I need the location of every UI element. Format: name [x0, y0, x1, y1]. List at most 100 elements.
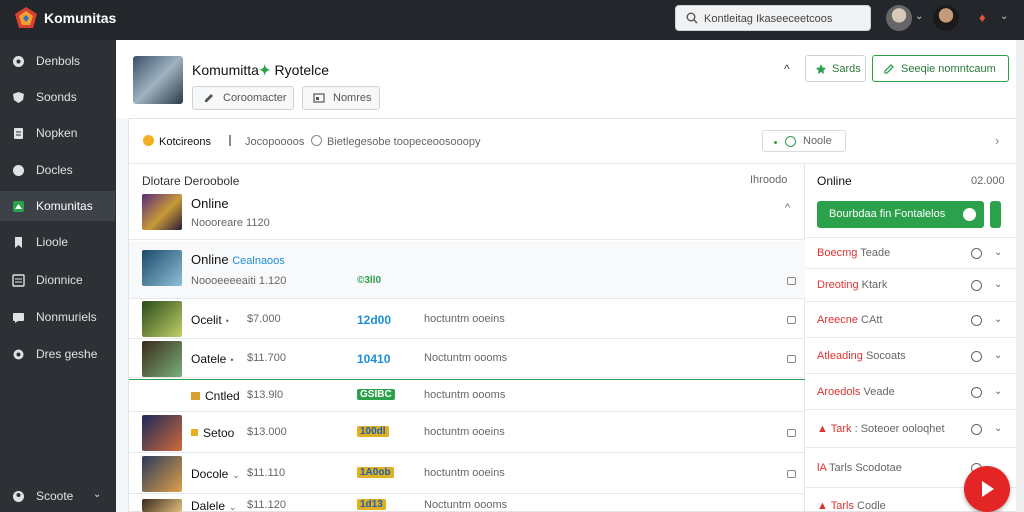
chevron-up-icon[interactable]: ^: [785, 202, 790, 214]
comment-icon[interactable]: [971, 280, 982, 291]
character-button[interactable]: Coroomacter: [192, 86, 294, 110]
activity-label: ▲ Tarls Codle: [817, 500, 886, 512]
mode-select[interactable]: Noole: [762, 130, 846, 152]
checkbox-icon[interactable]: [787, 277, 796, 285]
sidebar-item-soonds[interactable]: Soonds: [0, 82, 115, 112]
shield-icon: [13, 92, 24, 103]
save-button[interactable]: Sards: [805, 55, 866, 82]
avatar[interactable]: [886, 5, 912, 31]
activity-label: Boecmg Teade: [817, 247, 891, 259]
list-item[interactable]: Ocelit • $7.000 12d00 hoctuntm ooeins: [129, 300, 805, 339]
member-desc: hoctuntm ooeins: [424, 313, 505, 325]
names-button[interactable]: Nomres: [302, 86, 380, 110]
online-title: Online: [817, 174, 852, 188]
status-badge: 12d00: [357, 313, 392, 327]
member-value: Noooeeeeaiti 1.120: [191, 275, 287, 287]
sidebar-item-komunitas[interactable]: Komunitas: [0, 191, 115, 221]
filter-item-jocopoooos[interactable]: Jocopoooos: [229, 135, 304, 148]
edit-icon: [884, 64, 894, 74]
checkbox-icon[interactable]: [787, 316, 796, 324]
list-item[interactable]: Online Cealnaoos Noooeeeeaiti 1.120 ©3ll…: [129, 241, 805, 299]
chevron-down-icon[interactable]: ⌄: [994, 423, 1002, 434]
sidebar-footer-menu[interactable]: Scoote ⌄: [0, 483, 115, 509]
list-item[interactable]: Cntled $13.9l0 GSIBC hoctuntm oooms: [129, 379, 805, 412]
comment-icon[interactable]: [971, 351, 982, 362]
member-name: Oatele •: [191, 352, 234, 366]
sidebar-item-nopken[interactable]: Nopken: [0, 118, 115, 148]
notification-toggle[interactable]: Bourbdaa ﬁn Fontalelos: [817, 201, 984, 228]
app-logo-icon[interactable]: [14, 6, 38, 30]
sidebar-item-lioole[interactable]: Lioole: [0, 227, 115, 257]
list-item[interactable]: Setoo $13.000 100dl hoctuntm ooeins: [129, 413, 805, 453]
join-community-button[interactable]: Seeqie nomntcaum: [872, 55, 1009, 82]
sidebar-item-denbols[interactable]: Denbols: [0, 46, 115, 76]
message-icon: [13, 313, 24, 323]
chevron-down-icon[interactable]: ⌄: [994, 247, 1002, 258]
chevron-down-icon[interactable]: ⌄: [994, 386, 1002, 397]
list-item[interactable]: Docole ⌄ $11.110 1A0ob hoctuntm ooeins: [129, 454, 805, 494]
checkbox-icon[interactable]: [787, 470, 796, 478]
chevron-down-icon[interactable]: ⌄: [915, 11, 923, 22]
comment-icon[interactable]: [971, 387, 982, 398]
sidebar-item-nonmuriels[interactable]: Nonmuriels: [0, 302, 115, 332]
community-avatar: [133, 56, 183, 104]
member-list: Dlotare Deroobole Ihroodo Online Nooorea…: [129, 164, 805, 512]
filter-item-sort[interactable]: Bietlegesobe toopeceoosooopy: [311, 135, 481, 148]
activity-item[interactable]: Aroedols Veade ⌄: [806, 373, 1023, 409]
button-label: Seeqie nomntcaum: [901, 63, 996, 75]
chevron-right-icon[interactable]: ›: [995, 133, 999, 148]
sidebar-item-label: Lioole: [36, 235, 69, 249]
comment-icon[interactable]: [971, 424, 982, 435]
activity-item[interactable]: Atleading Socoats ⌄: [806, 337, 1023, 373]
page-title: Komumitta✦ Ryotelce: [192, 62, 329, 79]
page-scrollbar[interactable]: [1016, 40, 1024, 512]
online-header: Online 02.000: [806, 164, 1023, 198]
title-suffix: Ryotelce: [274, 62, 330, 78]
chevron-down-icon[interactable]: ⌄: [994, 314, 1002, 325]
toggle-knob: [963, 208, 976, 221]
member-thumbnail: [142, 301, 182, 337]
activity-item[interactable]: ▲ Tark : Soteoer ooloqhet ⌄: [806, 409, 1023, 447]
sidebar-item-docles[interactable]: Docles: [0, 155, 115, 185]
filter-item-kotcireons[interactable]: Kotcireons: [143, 135, 211, 148]
member-name: Docole ⌄: [191, 467, 240, 481]
search-input[interactable]: [704, 10, 864, 27]
member-value: $13.000: [247, 426, 287, 438]
member-thumbnail: [142, 415, 182, 451]
checkbox-icon[interactable]: [787, 429, 796, 437]
secondary-toggle[interactable]: [990, 201, 1001, 228]
collapse-chevron-icon[interactable]: ^: [784, 62, 790, 76]
play-button[interactable]: [964, 466, 1010, 512]
comment-icon[interactable]: [971, 248, 982, 259]
activity-item[interactable]: Areecne CAtt ⌄: [806, 301, 1023, 337]
user-avatar[interactable]: [933, 5, 959, 31]
status-badge: ©3ll0: [357, 275, 382, 286]
dot-icon: [774, 141, 777, 144]
sidebar-footer-label: Scoote: [36, 489, 74, 503]
status-badge: 1d13: [357, 499, 386, 510]
member-thumbnail: [142, 456, 182, 492]
list-item[interactable]: Dalele ⌄ $11.120 1d13 Noctuntm oooms: [129, 495, 805, 512]
member-thumbnail: [142, 499, 182, 512]
comment-icon[interactable]: [971, 315, 982, 326]
chevron-down-icon[interactable]: ⌄: [93, 489, 101, 500]
app-brand[interactable]: Komunitas: [44, 10, 116, 26]
member-name: Dalele ⌄: [191, 499, 237, 512]
activity-item[interactable]: Dreoting Ktark ⌄: [806, 268, 1023, 301]
community-panel: Kotcireons Jocopoooos Bietlegesobe toope…: [128, 118, 1024, 512]
chevron-down-icon[interactable]: ⌄: [994, 279, 1002, 290]
list-item[interactable]: Oatele • $11.700 10410 Noctuntm oooms: [129, 340, 805, 378]
member-name[interactable]: Online: [191, 196, 229, 211]
flame-icon[interactable]: ♦: [979, 10, 986, 25]
sidebar-item-dionnice[interactable]: Dionnice: [0, 265, 115, 295]
checkbox-icon[interactable]: [787, 355, 796, 363]
search-box[interactable]: [675, 5, 871, 31]
sidebar-item-dres-geshe[interactable]: Dres geshe: [0, 339, 115, 369]
member-desc: hoctuntm oooms: [424, 389, 506, 401]
member-name: Setoo: [203, 426, 235, 440]
user-icon: [311, 135, 322, 146]
menu-chevron-icon[interactable]: ⌄: [1000, 11, 1008, 22]
chevron-down-icon[interactable]: ⌄: [994, 350, 1002, 361]
list-title: Dlotare Deroobole: [142, 174, 240, 188]
activity-item[interactable]: Boecmg Teade ⌄: [806, 237, 1023, 268]
